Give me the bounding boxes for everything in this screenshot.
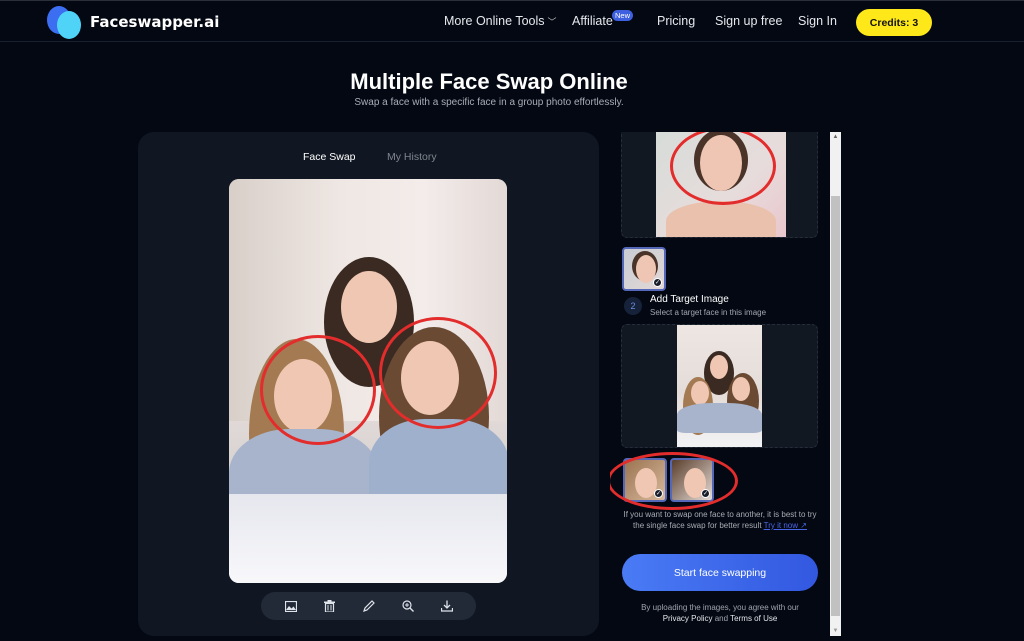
download-icon[interactable] bbox=[440, 599, 454, 613]
step-description: Select a target face in this image bbox=[650, 308, 767, 317]
nav-pricing[interactable]: Pricing bbox=[657, 14, 695, 28]
source-image-dropzone[interactable] bbox=[621, 132, 818, 238]
tab-face-swap[interactable]: Face Swap bbox=[303, 151, 356, 163]
start-face-swapping-button[interactable]: Start face swapping bbox=[622, 554, 818, 591]
selected-face-marker bbox=[379, 317, 497, 429]
pencil-icon[interactable] bbox=[362, 599, 376, 613]
tab-my-history[interactable]: My History bbox=[387, 151, 437, 163]
swap-settings-panel: ✓ 2 Add Target Image Select a target fac… bbox=[610, 132, 842, 636]
face-swap-workspace: Face Swap My History bbox=[138, 132, 599, 636]
scroll-down-arrow[interactable]: ▼ bbox=[830, 628, 841, 634]
terms-and: and bbox=[714, 614, 729, 623]
check-icon: ✓ bbox=[653, 278, 662, 287]
nav-sign-in[interactable]: Sign In bbox=[798, 14, 837, 28]
target-image-thumbnail bbox=[677, 325, 762, 447]
new-badge: New bbox=[612, 10, 634, 21]
trash-icon[interactable] bbox=[323, 599, 337, 613]
nav-more-online-tools[interactable]: More Online Tools ﹀ bbox=[444, 14, 557, 28]
nav-label: More Online Tools bbox=[444, 14, 545, 28]
selected-faces-marker bbox=[610, 452, 738, 510]
zoom-in-icon[interactable] bbox=[401, 599, 415, 613]
selected-source-face[interactable]: ✓ bbox=[622, 247, 666, 291]
target-image-dropzone[interactable] bbox=[621, 324, 818, 448]
image-icon[interactable] bbox=[284, 599, 298, 613]
nav-label: Affiliate bbox=[572, 14, 613, 28]
credits-button[interactable]: Credits: 3 bbox=[856, 9, 932, 36]
nav-affiliate[interactable]: Affiliate New bbox=[572, 10, 634, 28]
page-subtitle: Swap a face with a specific face in a gr… bbox=[354, 97, 624, 108]
scrollbar-thumb[interactable] bbox=[831, 196, 840, 616]
single-swap-hint: If you want to swap one face to another,… bbox=[622, 509, 818, 531]
source-face-image bbox=[656, 132, 786, 237]
step-title: Add Target Image bbox=[650, 294, 729, 305]
page-title: Multiple Face Swap Online bbox=[350, 69, 628, 94]
selected-face-marker bbox=[670, 132, 776, 205]
selected-face-marker bbox=[260, 335, 376, 445]
step-number: 2 bbox=[624, 297, 642, 315]
nav-sign-up[interactable]: Sign up free bbox=[715, 14, 782, 28]
privacy-policy-link[interactable]: Privacy Policy bbox=[663, 614, 713, 623]
chevron-down-icon: ﹀ bbox=[547, 17, 557, 27]
try-it-now-link[interactable]: Try it now ↗ bbox=[764, 521, 807, 530]
panel-scrollbar[interactable]: ▲ ▼ bbox=[830, 132, 841, 636]
terms-text: By uploading the images, you agree with … bbox=[641, 603, 799, 612]
top-navigation-bar: Faceswapper.ai More Online Tools ﹀ Affili… bbox=[0, 0, 1024, 42]
terms-notice: By uploading the images, you agree with … bbox=[622, 602, 818, 624]
scroll-up-arrow[interactable]: ▲ bbox=[830, 134, 841, 140]
group-photo-preview[interactable] bbox=[229, 179, 507, 583]
image-toolbar bbox=[261, 592, 476, 620]
terms-of-use-link[interactable]: Terms of Use bbox=[730, 614, 777, 623]
